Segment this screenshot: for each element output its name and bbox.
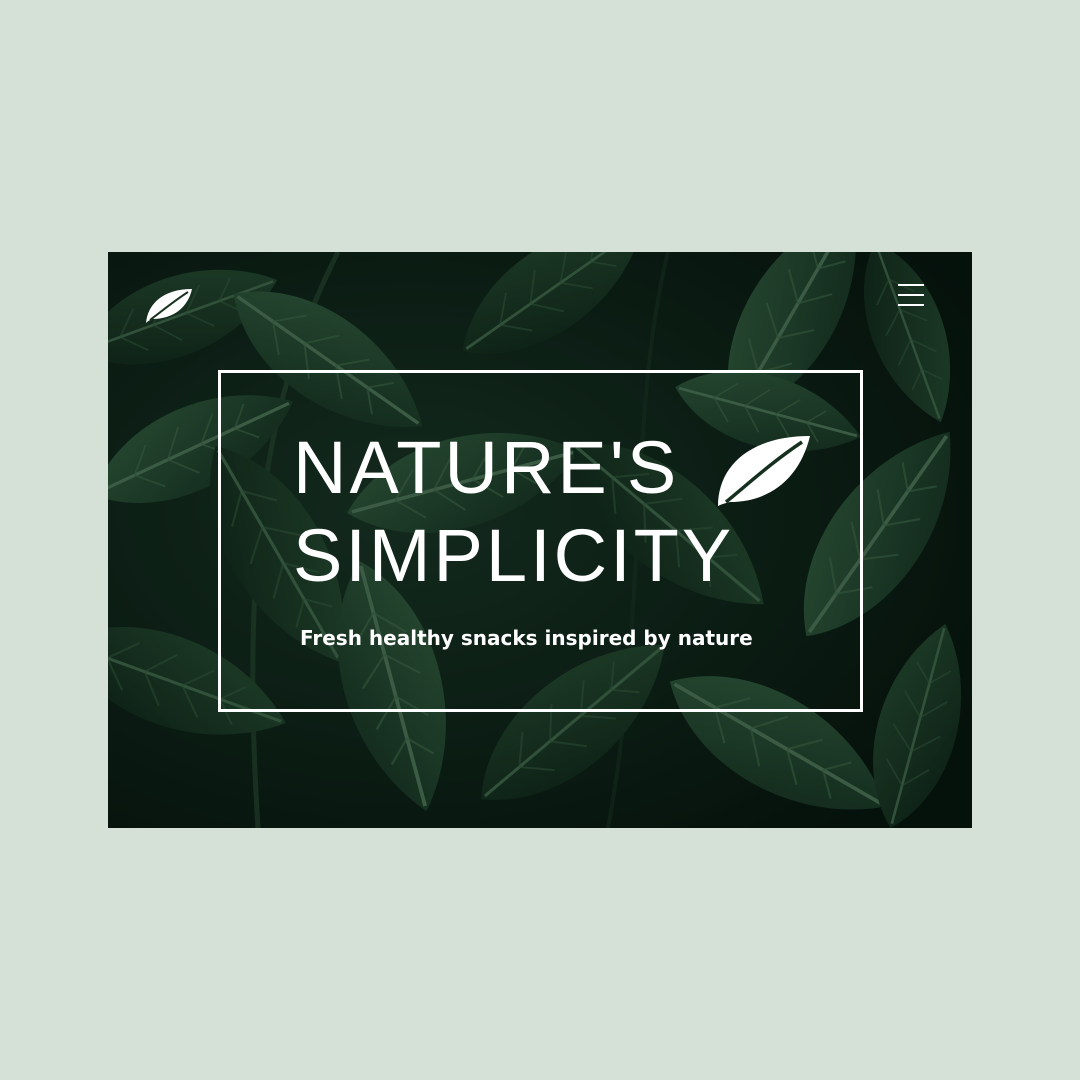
hero-title: NATURE'S SIMPLICITY — [293, 424, 734, 600]
hamburger-menu-icon[interactable] — [898, 282, 924, 308]
title-leaf-icon — [714, 432, 812, 510]
hero-title-line-2: SIMPLICITY — [293, 514, 735, 597]
logo-leaf-icon[interactable] — [144, 285, 194, 325]
hero-banner: NATURE'S SIMPLICITY Fresh healthy snacks… — [108, 252, 972, 828]
hero-title-line-1: NATURE'S — [293, 426, 680, 509]
hero-tagline: Fresh healthy snacks inspired by nature — [300, 626, 753, 650]
menu-bar-bottom — [898, 304, 924, 306]
menu-bar-top — [898, 284, 924, 286]
menu-bar-middle — [898, 294, 924, 296]
